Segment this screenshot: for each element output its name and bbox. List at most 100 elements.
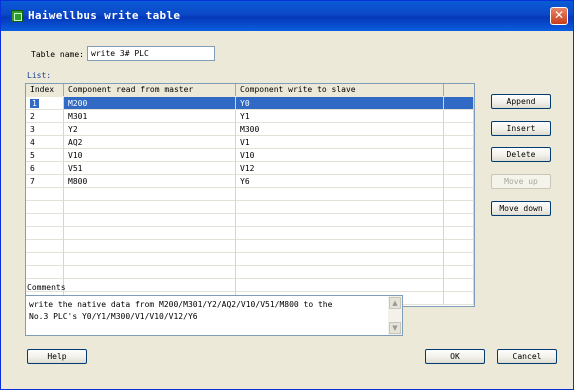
empty-row[interactable] xyxy=(26,253,474,266)
empty-row[interactable] xyxy=(26,201,474,214)
cell-index xyxy=(26,240,64,253)
cell-read-from-master xyxy=(64,227,236,240)
cell-write-to-slave: M300 xyxy=(236,123,444,136)
cell-filler xyxy=(444,227,474,240)
append-button[interactable]: Append xyxy=(491,94,551,109)
cell-read-from-master xyxy=(64,266,236,279)
cell-index: 2 xyxy=(26,110,64,123)
list-label: List: xyxy=(27,71,52,80)
cell-index xyxy=(26,188,64,201)
empty-row[interactable] xyxy=(26,266,474,279)
comments-scrollbar[interactable]: ▲ ▼ xyxy=(388,296,402,335)
table-row[interactable]: 6 V51 V12 xyxy=(26,162,474,175)
component-list[interactable]: Index Component read from master Compone… xyxy=(25,83,475,307)
cell-index: 5 xyxy=(26,149,64,162)
cell-text: Y0 xyxy=(240,99,250,108)
cell-filler xyxy=(444,175,474,188)
delete-button[interactable]: Delete xyxy=(491,147,551,162)
dialog-window: Haiwellbus write table ✕ Table name: wri… xyxy=(0,0,574,390)
cell-read-from-master xyxy=(64,279,236,292)
cell-write-to-slave: V1 xyxy=(236,136,444,149)
empty-row[interactable] xyxy=(26,227,474,240)
cell-read-from-master: V10 xyxy=(64,149,236,162)
cell-write-to-slave xyxy=(236,240,444,253)
table-row[interactable]: 5 V10 V10 xyxy=(26,149,474,162)
table-row[interactable]: 3 Y2 M300 xyxy=(26,123,474,136)
scroll-down-arrow-icon[interactable]: ▼ xyxy=(389,322,401,334)
cell-text: 1 xyxy=(30,99,39,108)
column-header-index[interactable]: Index xyxy=(26,84,64,96)
cancel-button[interactable]: Cancel xyxy=(497,349,557,364)
cell-text: 7 xyxy=(30,177,35,186)
cell-read-from-master: M301 xyxy=(64,110,236,123)
table-row[interactable]: 4 AQ2 V1 xyxy=(26,136,474,149)
cell-text: V10 xyxy=(68,151,83,160)
comments-label: Comments xyxy=(27,283,66,292)
cell-filler xyxy=(444,136,474,149)
empty-row[interactable] xyxy=(26,279,474,292)
title-bar[interactable]: Haiwellbus write table ✕ xyxy=(1,1,573,31)
cell-index: 3 xyxy=(26,123,64,136)
cell-text: 6 xyxy=(30,164,35,173)
cell-filler xyxy=(444,201,474,214)
move-up-button[interactable]: Move up xyxy=(491,174,551,189)
cell-filler xyxy=(444,292,474,305)
cell-write-to-slave: Y1 xyxy=(236,110,444,123)
cell-read-from-master: AQ2 xyxy=(64,136,236,149)
cell-filler xyxy=(444,188,474,201)
cell-write-to-slave xyxy=(236,253,444,266)
table-row[interactable]: 1 M200 Y0 xyxy=(26,97,474,110)
empty-row[interactable] xyxy=(26,214,474,227)
scroll-up-arrow-icon[interactable]: ▲ xyxy=(389,297,401,309)
cell-text: M800 xyxy=(68,177,88,186)
cell-write-to-slave: V10 xyxy=(236,149,444,162)
ok-button[interactable]: OK xyxy=(425,349,485,364)
cell-write-to-slave xyxy=(236,279,444,292)
close-icon: ✕ xyxy=(553,8,565,22)
column-header-write-to-slave[interactable]: Component write to slave xyxy=(236,84,444,96)
table-row[interactable]: 7 M800 Y6 xyxy=(26,175,474,188)
comments-text: write the native data from M200/M301/Y2/… xyxy=(29,300,333,321)
cell-index xyxy=(26,214,64,227)
cell-filler xyxy=(444,149,474,162)
cell-write-to-slave xyxy=(236,188,444,201)
cell-filler xyxy=(444,253,474,266)
cell-text: 5 xyxy=(30,151,35,160)
cell-write-to-slave: V12 xyxy=(236,162,444,175)
table-name-label: Table name: xyxy=(31,50,84,59)
cell-text: Y2 xyxy=(68,125,78,134)
cell-filler xyxy=(444,266,474,279)
cell-text: 4 xyxy=(30,138,35,147)
cell-text: M200 xyxy=(68,99,88,108)
table-row[interactable]: 2 M301 Y1 xyxy=(26,110,474,123)
cell-text: V10 xyxy=(240,151,255,160)
cell-write-to-slave xyxy=(236,201,444,214)
cell-text: M300 xyxy=(240,125,260,134)
cell-text: Y1 xyxy=(240,112,250,121)
cell-write-to-slave xyxy=(236,214,444,227)
empty-row[interactable] xyxy=(26,188,474,201)
cell-index xyxy=(26,201,64,214)
cell-index: 4 xyxy=(26,136,64,149)
table-app-icon xyxy=(11,10,23,22)
cell-write-to-slave: Y6 xyxy=(236,175,444,188)
close-button[interactable]: ✕ xyxy=(550,7,568,25)
cell-filler xyxy=(444,110,474,123)
cell-text: 3 xyxy=(30,125,35,134)
cell-read-from-master xyxy=(64,253,236,266)
table-name-input[interactable]: write 3# PLC xyxy=(87,46,215,61)
move-down-button[interactable]: Move down xyxy=(491,201,551,216)
cell-text: Y6 xyxy=(240,177,250,186)
window-title: Haiwellbus write table xyxy=(28,9,181,22)
cell-text: AQ2 xyxy=(68,138,83,147)
comments-textarea[interactable]: write the native data from M200/M301/Y2/… xyxy=(25,295,403,336)
help-button[interactable]: Help xyxy=(27,349,87,364)
cell-read-from-master xyxy=(64,201,236,214)
empty-row[interactable] xyxy=(26,240,474,253)
cell-write-to-slave: Y0 xyxy=(236,97,444,110)
insert-button[interactable]: Insert xyxy=(491,121,551,136)
cell-index: 6 xyxy=(26,162,64,175)
column-header-read-from-master[interactable]: Component read from master xyxy=(64,84,236,96)
cell-index xyxy=(26,266,64,279)
cell-text: 2 xyxy=(30,112,35,121)
